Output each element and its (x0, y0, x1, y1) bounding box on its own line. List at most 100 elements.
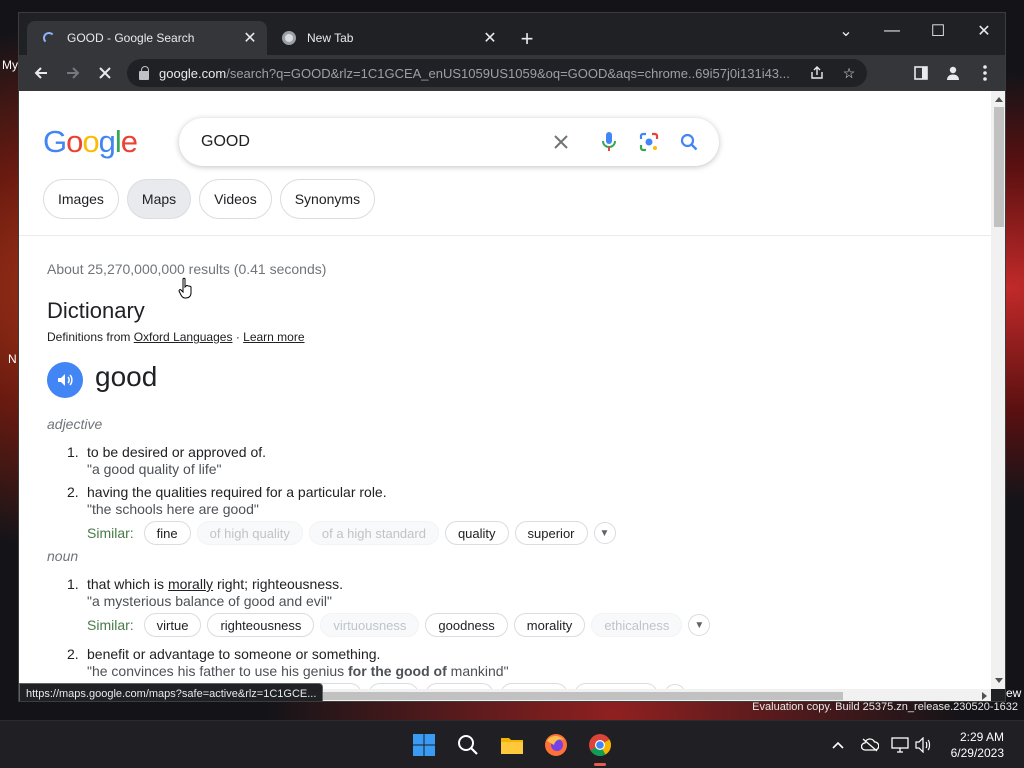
chip-synonyms[interactable]: Synonyms (279, 179, 376, 219)
definition-example: "a good quality of life" (87, 461, 222, 477)
tab-google-search[interactable]: GOOD - Google Search ✕ (27, 21, 267, 55)
speaker-icon (58, 374, 73, 386)
part-of-speech: noun (47, 548, 79, 564)
definition: 2. benefit or advantage to someone or som… (67, 646, 509, 679)
arrow-left-icon (34, 67, 47, 79)
address-bar[interactable]: google.com/search?q=GOOD&rlz=1C1GCEA_enU… (127, 59, 867, 87)
scroll-right-arrow[interactable] (982, 692, 987, 700)
system-clock[interactable]: 2:29 AM 6/29/2023 (951, 729, 1004, 761)
clock-time: 2:29 AM (959, 730, 1004, 744)
chevron-up-icon[interactable] (828, 735, 848, 755)
desktop-icon-label[interactable]: N (8, 352, 17, 366)
stop-icon (99, 67, 111, 79)
synonym-chip[interactable]: of a high standard (308, 521, 439, 545)
arrow-right-icon (67, 67, 80, 79)
close-tab-icon[interactable]: ✕ (239, 27, 261, 49)
definition-example: "the schools here are good" (87, 501, 259, 517)
clear-icon[interactable] (549, 130, 573, 154)
start-button[interactable] (408, 729, 440, 761)
active-app-indicator (594, 763, 606, 766)
chip-images[interactable]: Images (43, 179, 119, 219)
network-icon[interactable] (890, 735, 910, 755)
search-input[interactable] (201, 133, 541, 151)
scroll-down-arrow[interactable] (995, 678, 1003, 683)
synonym-chip[interactable]: righteousness (207, 613, 315, 637)
page-content: Google Images Maps Videos Synonyms About (19, 91, 991, 689)
synonym-chip[interactable]: virtue (143, 613, 202, 637)
folder-icon (501, 738, 523, 754)
google-logo[interactable]: Google (43, 124, 138, 160)
stop-reload-button[interactable] (91, 59, 119, 87)
desktop-icon-label[interactable]: My (2, 58, 18, 72)
scrollbar-thumb[interactable] (994, 107, 1004, 227)
vertical-scrollbar[interactable] (991, 91, 1005, 689)
minimize-button[interactable]: — (869, 17, 915, 45)
chip-maps[interactable]: Maps (126, 179, 192, 219)
divider (19, 235, 991, 236)
volume-icon[interactable] (914, 735, 934, 755)
profile-icon (947, 66, 959, 80)
synonym-chip[interactable]: fine (143, 521, 191, 545)
browser-toolbar: google.com/search?q=GOOD&rlz=1C1GCEA_enU… (19, 55, 1005, 91)
synonym-chip[interactable]: goodness (425, 613, 508, 637)
search-icon[interactable] (677, 130, 701, 154)
status-bar-url: https://maps.google.com/maps?safe=active… (19, 683, 324, 701)
windows-icon (413, 734, 435, 756)
search-icon (458, 735, 478, 755)
tab-title: New Tab (307, 31, 354, 45)
chrome-button[interactable] (584, 729, 616, 761)
clock-date: 6/29/2023 (950, 746, 1004, 760)
synonym-chip[interactable]: quality (444, 521, 509, 545)
close-window-button[interactable]: ✕ (961, 17, 1005, 45)
chevron-down-icon[interactable]: ▼ (593, 522, 616, 544)
tab-new-tab[interactable]: New Tab ✕ (267, 21, 507, 55)
tab-search-button[interactable]: ⌄ (823, 17, 869, 45)
url-host: google.com (159, 65, 227, 81)
definition-example: "a mysterious balance of good and evil" (87, 593, 332, 609)
synonym-chip[interactable]: virtuousness (320, 613, 420, 637)
menu-button[interactable] (971, 59, 999, 87)
synonym-chip[interactable]: ethicalness (591, 613, 683, 637)
synonym-chip[interactable]: morality (513, 613, 586, 637)
maximize-button[interactable]: ☐ (915, 17, 961, 45)
back-button[interactable] (27, 59, 55, 87)
side-panel-button[interactable] (907, 59, 935, 87)
definitions-source: Definitions from Oxford Languages · Lear… (47, 330, 305, 344)
new-tab-button[interactable]: + (515, 26, 539, 51)
definition: 2. having the qualities required for a pa… (67, 484, 387, 517)
similar-words: Similar: fine of high quality of a high … (87, 521, 616, 545)
tab-strip: GOOD - Google Search ✕ New Tab ✕ + ⌄ — ☐… (19, 13, 1005, 55)
scroll-up-arrow[interactable] (995, 97, 1003, 102)
headword: good (95, 361, 158, 392)
evaluation-watermark: Evaluation copy. Build 25375.zn_release.… (752, 701, 1018, 713)
file-explorer-button[interactable] (496, 729, 528, 761)
taskbar-search-button[interactable] (452, 729, 484, 761)
chevron-down-icon[interactable]: ▼ (688, 614, 711, 636)
chip-videos[interactable]: Videos (199, 179, 272, 219)
share-icon[interactable] (807, 63, 827, 83)
browser-window: GOOD - Google Search ✕ New Tab ✕ + ⌄ — ☐… (18, 12, 1006, 702)
chrome-icon (281, 30, 297, 46)
oxford-languages-link[interactable]: Oxford Languages (134, 330, 233, 344)
close-tab-icon[interactable]: ✕ (479, 27, 501, 49)
forward-button[interactable] (59, 59, 87, 87)
pronunciation-button[interactable] (47, 362, 83, 398)
synonym-chip[interactable]: superior (514, 521, 588, 545)
firefox-button[interactable] (540, 729, 572, 761)
camera-lens-icon[interactable] (637, 130, 661, 154)
learn-more-link[interactable]: Learn more (243, 330, 304, 344)
lock-icon[interactable] (139, 65, 149, 80)
bookmark-star-icon[interactable]: ☆ (839, 63, 859, 83)
taskbar: 2:29 AM 6/29/2023 (0, 720, 1024, 768)
desktop-icon-label[interactable]: ew (1006, 686, 1021, 700)
firefox-icon (545, 734, 567, 756)
morally-link[interactable]: morally (168, 576, 213, 592)
definition: 1. to be desired or approved of. "a good … (67, 444, 267, 477)
tab-title: GOOD - Google Search (67, 31, 195, 45)
synonym-chip[interactable]: of high quality (196, 521, 303, 545)
microphone-icon[interactable] (597, 130, 621, 154)
cloud-offline-icon[interactable] (860, 735, 880, 755)
profile-button[interactable] (939, 59, 967, 87)
kebab-menu-icon (983, 65, 987, 81)
loading-spinner-icon (41, 30, 57, 46)
